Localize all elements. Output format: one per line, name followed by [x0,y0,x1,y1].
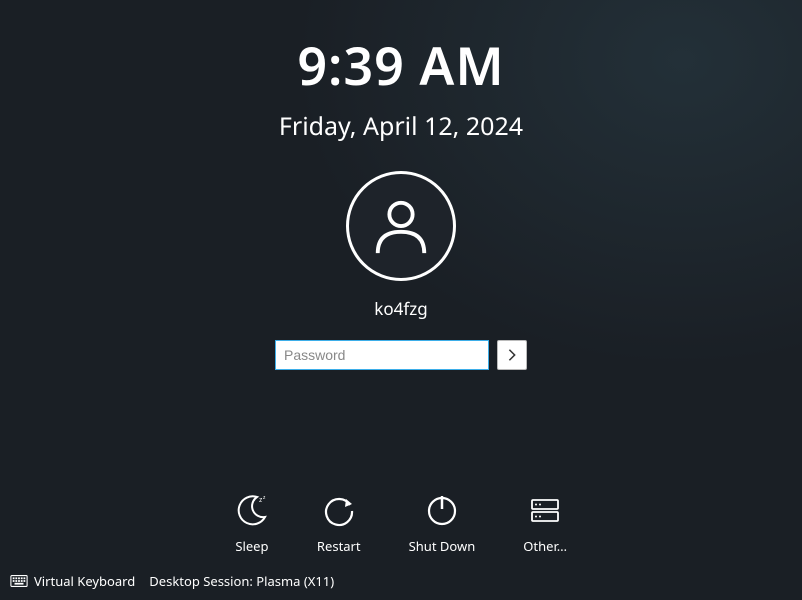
shutdown-button[interactable]: Shut Down [409,493,476,555]
other-icon [528,493,562,527]
keyboard-icon [10,574,28,588]
restart-label: Restart [317,537,361,555]
other-label: Other… [523,537,567,555]
user-section: ko4fzg [0,171,802,370]
virtual-keyboard-label: Virtual Keyboard [34,572,135,590]
clock-date: Friday, April 12, 2024 [0,109,802,143]
clock-time: 9:39 AM [0,30,802,101]
password-input[interactable] [275,340,489,370]
power-icon [425,493,459,527]
sleep-label: Sleep [235,537,268,555]
restart-icon [322,493,356,527]
system-actions: z z Sleep Restart Shut Down [0,493,802,555]
login-submit-button[interactable] [497,340,527,370]
svg-text:z: z [263,495,266,501]
sleep-button[interactable]: z z Sleep [235,493,269,555]
user-avatar[interactable] [346,171,456,281]
bottom-bar: Virtual Keyboard Desktop Session: Plasma… [10,572,334,590]
user-icon [370,195,432,257]
desktop-session-label: Desktop Session: Plasma (X11) [149,572,334,590]
other-sessions-button[interactable]: Other… [523,493,567,555]
virtual-keyboard-button[interactable]: Virtual Keyboard [10,572,135,590]
clock-section: 9:39 AM Friday, April 12, 2024 [0,0,802,143]
username-label: ko4fzg [0,297,802,320]
restart-button[interactable]: Restart [317,493,361,555]
chevron-right-icon [507,348,517,362]
shutdown-label: Shut Down [409,537,476,555]
sleep-icon: z z [235,493,269,527]
password-row [0,340,802,370]
desktop-session-selector[interactable]: Desktop Session: Plasma (X11) [149,572,334,590]
